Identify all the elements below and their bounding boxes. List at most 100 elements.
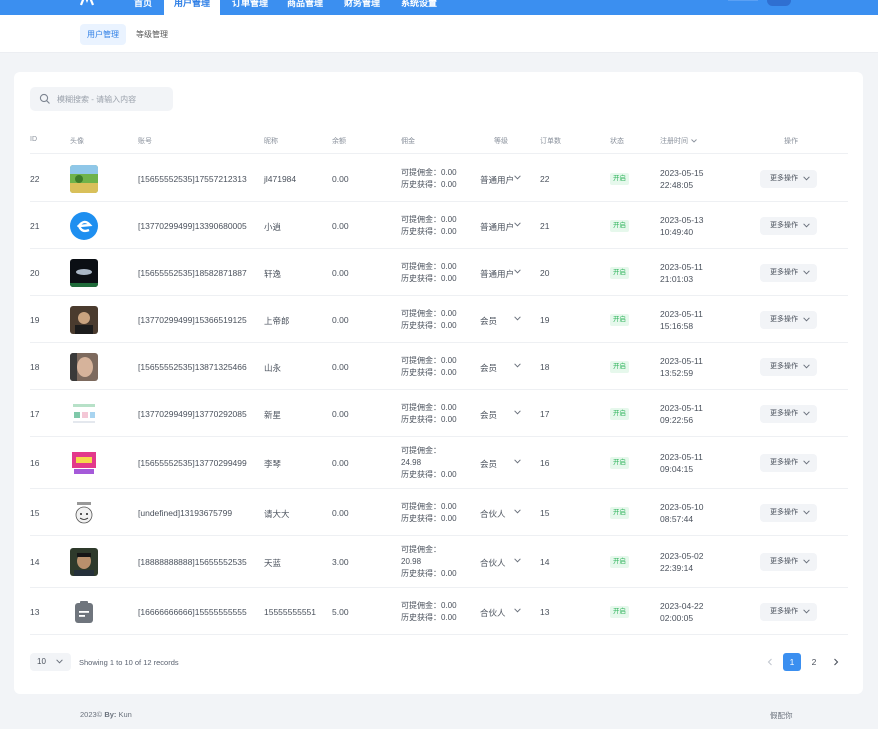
page-button-1[interactable]: 1 [783, 653, 801, 671]
grade-select[interactable]: 会员 [480, 315, 521, 327]
more-actions-button[interactable]: 更多操作 [760, 553, 817, 571]
cell-register-time: 2023-05-15 22:48:05 [660, 167, 703, 191]
user-avatar[interactable] [767, 0, 791, 6]
cell-account: [16666666666]15555555555 [138, 606, 247, 617]
status-badge[interactable]: 开启 [610, 266, 629, 279]
grade-value: 合伙人 [480, 607, 506, 618]
nav-item-0[interactable]: 首页 [134, 0, 152, 15]
chevron-left-icon [767, 658, 772, 666]
cell-nickname: 山永 [264, 362, 282, 373]
grade-value: 合伙人 [480, 508, 506, 519]
more-actions-label: 更多操作 [770, 558, 798, 565]
register-clock: 21:01:03 [660, 273, 694, 284]
logo-icon[interactable] [80, 0, 94, 6]
th-register-time[interactable]: 注册时间 [660, 136, 697, 146]
avatar [70, 449, 98, 477]
commission-line: 24.98 [401, 458, 422, 467]
cell-balance: 0.00 [332, 507, 349, 518]
subnav-item-1[interactable]: 等级管理 [129, 24, 175, 45]
status-badge[interactable]: 开启 [610, 172, 629, 185]
commission-line: 可提佣金：0.00 [401, 308, 457, 318]
cell-account: [13770299499]15366519125 [138, 314, 247, 325]
register-date: 2023-05-10 [660, 501, 704, 512]
more-actions-button[interactable]: 更多操作 [760, 404, 817, 423]
status-badge[interactable]: 开启 [610, 506, 629, 519]
grade-select[interactable]: 会员 [480, 458, 521, 470]
grade-select[interactable]: 普通用户 [480, 221, 521, 233]
more-actions-label: 更多操作 [770, 315, 798, 323]
commission-line: 可提佣金： [401, 446, 441, 455]
avatar [70, 305, 98, 334]
author-link[interactable]: Kun [119, 710, 132, 719]
more-actions-button[interactable]: 更多操作 [760, 263, 817, 282]
cell-nickname: 新星 [264, 409, 282, 420]
search-input[interactable] [57, 91, 169, 107]
more-actions-label: 更多操作 [770, 607, 798, 615]
avatar [70, 597, 98, 626]
grade-value: 普通用户 [480, 174, 515, 185]
grade-select[interactable]: 普通用户 [480, 174, 521, 186]
cell-id: 14 [30, 557, 40, 567]
nav-item-5[interactable]: 系统设置 [401, 0, 437, 15]
status-badge[interactable]: 开启 [610, 556, 629, 568]
grade-select[interactable]: 合伙人 [480, 557, 521, 569]
grade-select[interactable]: 会员 [480, 409, 521, 421]
status-badge[interactable]: 开启 [610, 457, 629, 469]
page-size-select[interactable]: 10 [30, 653, 71, 671]
chevron-down-icon [803, 222, 810, 228]
cell-commission: 可提佣金：0.00 历史获得：0.00 [401, 214, 463, 238]
chevron-down-icon [514, 362, 521, 368]
next-page-button[interactable] [830, 656, 842, 668]
nav-item-1[interactable]: 用户管理 [164, 0, 221, 15]
register-date: 2023-05-11 [660, 308, 703, 319]
page-button-2[interactable]: 2 [805, 653, 823, 671]
grade-select[interactable]: 合伙人 [480, 508, 521, 520]
more-actions-button[interactable]: 更多操作 [760, 216, 817, 235]
nav-item-3[interactable]: 商品管理 [287, 0, 323, 15]
commission-line: 历史获得：0.00 [401, 273, 457, 283]
register-clock: 13:52:59 [660, 367, 694, 378]
more-actions-button[interactable]: 更多操作 [760, 310, 817, 329]
cell-register-time: 2023-05-11 09:22:56 [660, 402, 703, 426]
status-badge[interactable]: 开启 [610, 360, 629, 373]
subnav-item-0[interactable]: 用户管理 [80, 24, 126, 45]
cell-account: [18888888888]15655552535 [138, 557, 247, 567]
status-badge[interactable]: 开启 [610, 605, 629, 618]
status-badge[interactable]: 开启 [610, 407, 629, 420]
th-register-time-label: 注册时间 [660, 138, 688, 145]
avatar [70, 258, 98, 287]
more-actions-button[interactable]: 更多操作 [760, 503, 817, 522]
cell-balance: 0.00 [332, 361, 349, 372]
more-actions-button[interactable]: 更多操作 [760, 169, 817, 188]
th-status: 状态 [610, 138, 624, 145]
prev-page-button[interactable] [764, 656, 776, 668]
grade-value: 会员 [480, 315, 498, 326]
status-badge[interactable]: 开启 [610, 219, 629, 232]
header-search-bar[interactable] [728, 0, 758, 1]
grade-select[interactable]: 普通用户 [480, 268, 521, 280]
more-actions-button[interactable]: 更多操作 [760, 602, 817, 621]
cell-commission: 可提佣金：0.00 历史获得：0.00 [401, 308, 463, 332]
cell-nickname: 15555555551 [264, 606, 317, 617]
cell-register-time: 2023-05-11 15:16:58 [660, 308, 703, 332]
cell-orders: 18 [540, 361, 550, 372]
search-box[interactable] [30, 87, 173, 111]
cell-commission: 可提佣金：0.00 历史获得：0.00 [401, 261, 463, 285]
grade-select[interactable]: 会员 [480, 362, 521, 374]
more-actions-button[interactable]: 更多操作 [760, 357, 817, 376]
nav-item-2[interactable]: 订单管理 [232, 0, 268, 15]
nav-item-4[interactable]: 财务管理 [344, 0, 380, 15]
grade-value: 会员 [480, 362, 498, 373]
more-actions-button[interactable]: 更多操作 [760, 454, 817, 472]
status-badge[interactable]: 开启 [610, 313, 629, 326]
commission-line: 历史获得：0.00 [401, 226, 457, 236]
th-nickname: 昵称 [264, 138, 278, 145]
cell-register-time: 2023-05-11 13:52:59 [660, 355, 703, 379]
grade-select[interactable]: 合伙人 [480, 607, 521, 619]
grade-value: 合伙人 [480, 558, 506, 568]
chevron-down-icon [803, 410, 810, 416]
cell-account: [15655552535]13871325466 [138, 361, 247, 372]
cell-id: 16 [30, 458, 40, 468]
table-row: 18 [15655552535]13871325466 山永 0.00 可提佣金：0.0… [30, 343, 848, 390]
grade-value: 普通用户 [480, 221, 515, 232]
